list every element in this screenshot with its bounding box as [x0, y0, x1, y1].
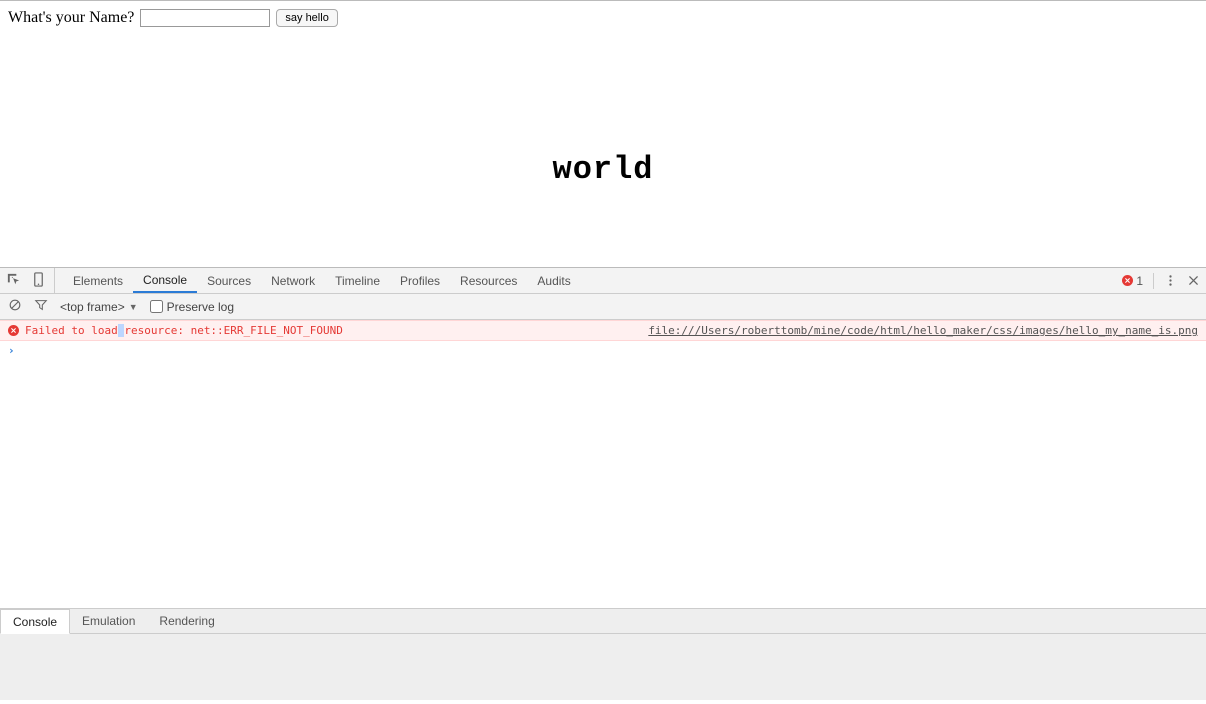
- tab-console[interactable]: Console: [133, 268, 197, 293]
- tab-network[interactable]: Network: [261, 268, 325, 293]
- name-form: What's your Name? say hello: [0, 1, 1206, 31]
- preserve-log-checkbox[interactable]: [150, 300, 163, 313]
- chevron-down-icon: ▼: [129, 302, 138, 312]
- drawer-body: [0, 634, 1206, 700]
- frame-selector[interactable]: <top frame> ▼: [60, 300, 138, 314]
- rendered-page: What's your Name? say hello world: [0, 0, 1206, 268]
- close-devtools-icon[interactable]: [1187, 274, 1200, 287]
- error-source-link[interactable]: file:///Users/roberttomb/mine/code/html/…: [648, 324, 1198, 337]
- tab-profiles[interactable]: Profiles: [390, 268, 450, 293]
- drawer-tab-rendering[interactable]: Rendering: [147, 609, 226, 633]
- tab-sources[interactable]: Sources: [197, 268, 261, 293]
- tab-resources[interactable]: Resources: [450, 268, 527, 293]
- name-label: What's your Name?: [8, 9, 134, 27]
- drawer-tab-console[interactable]: Console: [0, 609, 70, 634]
- inspect-element-icon[interactable]: [6, 272, 21, 290]
- preserve-log-control[interactable]: Preserve log: [150, 300, 234, 314]
- name-input[interactable]: [140, 9, 270, 27]
- device-mode-icon[interactable]: [31, 272, 46, 290]
- preserve-log-label: Preserve log: [167, 300, 234, 314]
- frame-selector-label: <top frame>: [60, 300, 125, 314]
- devtools-panel: Elements Console Sources Network Timelin…: [0, 268, 1206, 700]
- say-hello-button[interactable]: say hello: [276, 9, 337, 27]
- console-error-row[interactable]: Failed to load resource: net::ERR_FILE_N…: [0, 320, 1206, 341]
- output-text: world: [0, 151, 1206, 188]
- console-prompt[interactable]: ›: [0, 341, 1206, 360]
- filter-icon[interactable]: [34, 298, 48, 315]
- devtools-tabstrip: Elements Console Sources Network Timelin…: [0, 268, 1206, 294]
- drawer-tabstrip: Console Emulation Rendering: [0, 608, 1206, 634]
- error-count-badge[interactable]: 1: [1122, 274, 1143, 288]
- error-icon: [1122, 275, 1133, 286]
- error-icon: [8, 325, 19, 336]
- kebab-menu-icon[interactable]: [1164, 274, 1177, 287]
- prompt-caret-icon: ›: [8, 344, 15, 357]
- console-output[interactable]: Failed to load resource: net::ERR_FILE_N…: [0, 320, 1206, 608]
- tab-timeline[interactable]: Timeline: [325, 268, 390, 293]
- error-message: Failed to load resource: net::ERR_FILE_N…: [25, 324, 343, 337]
- clear-console-icon[interactable]: [8, 298, 22, 315]
- tab-elements[interactable]: Elements: [63, 268, 133, 293]
- tab-audits[interactable]: Audits: [527, 268, 580, 293]
- drawer-tab-emulation[interactable]: Emulation: [70, 609, 147, 633]
- console-toolbar: <top frame> ▼ Preserve log: [0, 294, 1206, 320]
- error-count: 1: [1136, 274, 1143, 288]
